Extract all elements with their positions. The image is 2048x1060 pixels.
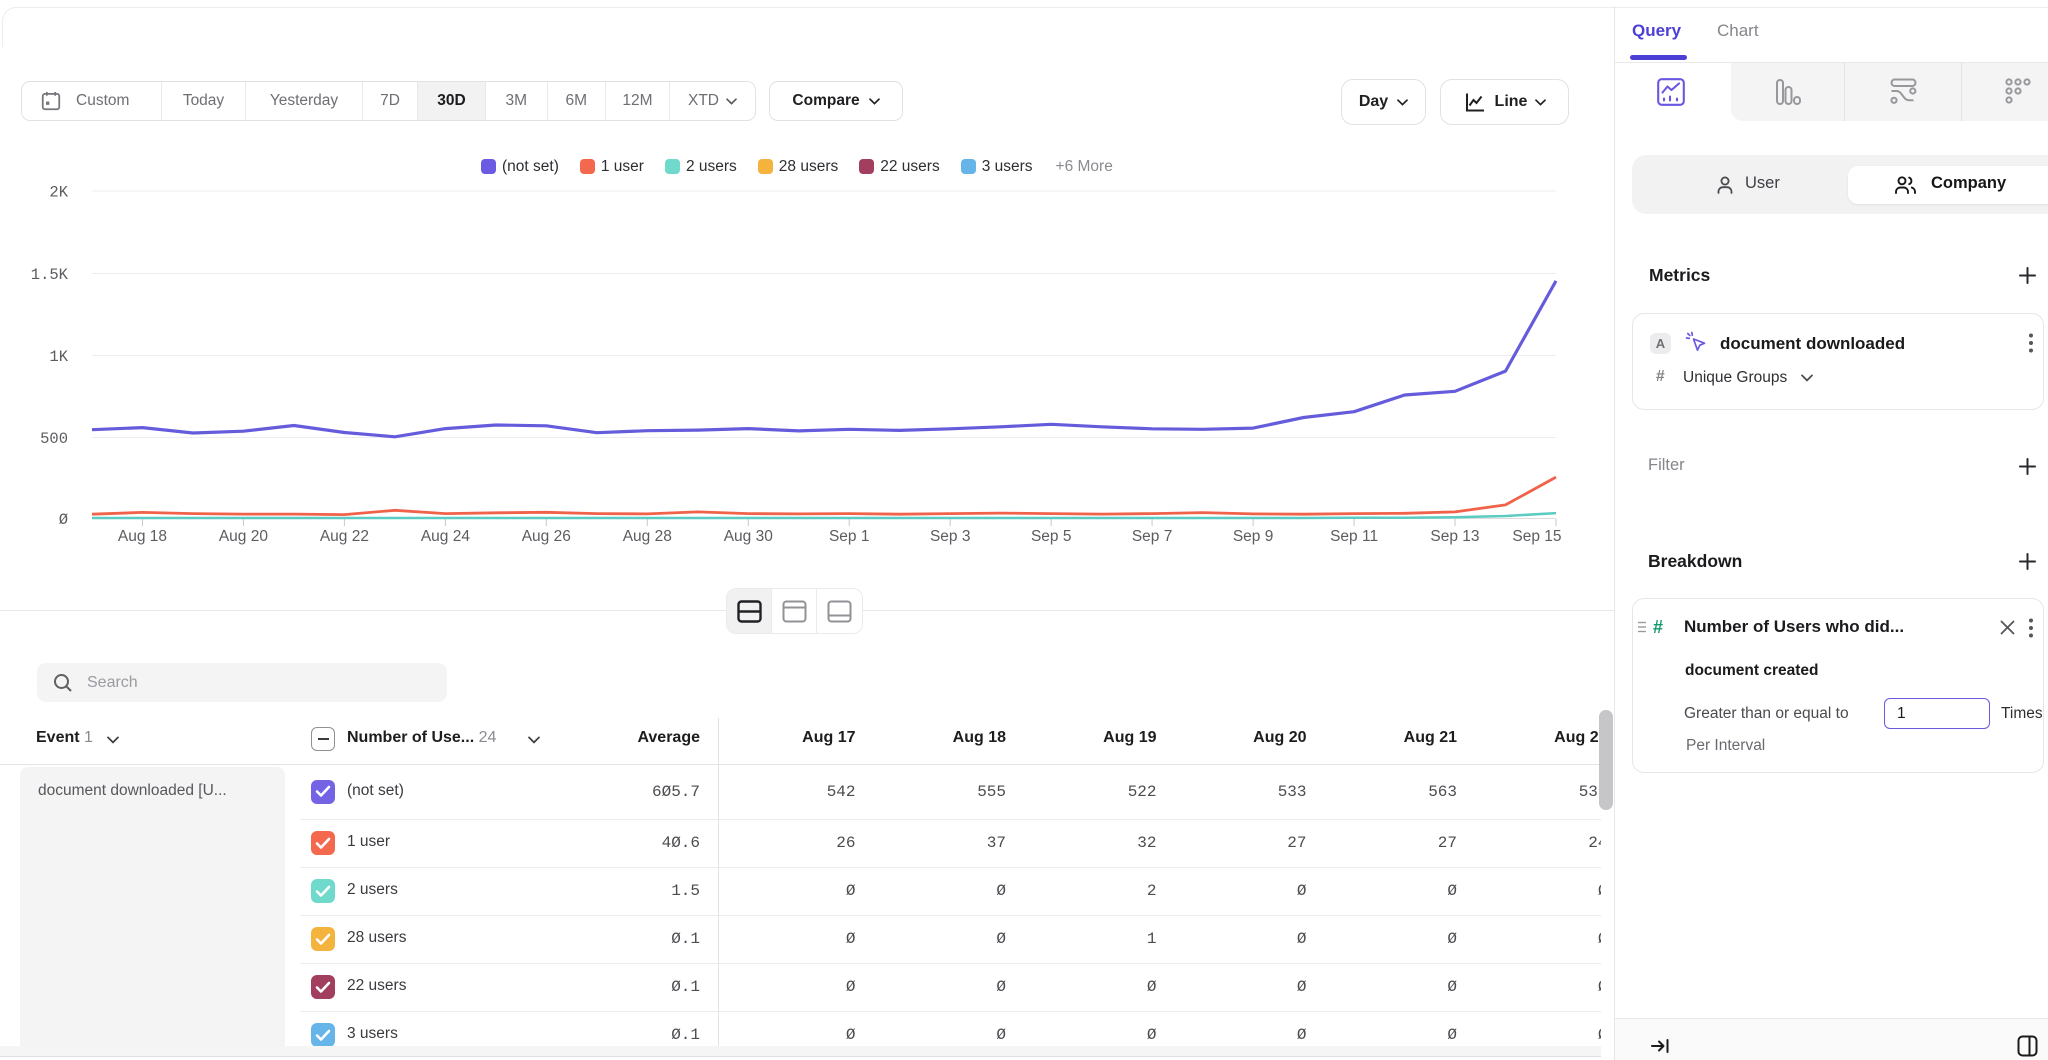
svg-text:Aug 28: Aug 28 bbox=[623, 528, 672, 545]
svg-text:Aug 30: Aug 30 bbox=[724, 528, 774, 545]
svg-text:2K: 2K bbox=[49, 184, 68, 202]
svg-text:Sep 5: Sep 5 bbox=[1031, 528, 1072, 545]
svg-text:Sep 7: Sep 7 bbox=[1132, 528, 1173, 545]
svg-text:Sep 11: Sep 11 bbox=[1330, 528, 1378, 545]
svg-text:Sep 9: Sep 9 bbox=[1233, 528, 1274, 545]
svg-text:Aug 22: Aug 22 bbox=[320, 528, 369, 545]
svg-text:Aug 24: Aug 24 bbox=[421, 528, 471, 545]
svg-text:Aug 18: Aug 18 bbox=[118, 528, 167, 545]
svg-text:500: 500 bbox=[40, 430, 68, 448]
svg-text:Aug 26: Aug 26 bbox=[522, 528, 571, 545]
svg-text:Ø: Ø bbox=[59, 511, 68, 529]
svg-text:1K: 1K bbox=[49, 348, 68, 366]
svg-text:Aug 20: Aug 20 bbox=[219, 528, 269, 545]
svg-text:Sep 1: Sep 1 bbox=[829, 528, 870, 545]
svg-text:Sep 3: Sep 3 bbox=[930, 528, 971, 545]
svg-text:Sep 15: Sep 15 bbox=[1512, 528, 1561, 545]
svg-text:1.5K: 1.5K bbox=[31, 266, 69, 284]
svg-text:Sep 13: Sep 13 bbox=[1430, 528, 1479, 545]
